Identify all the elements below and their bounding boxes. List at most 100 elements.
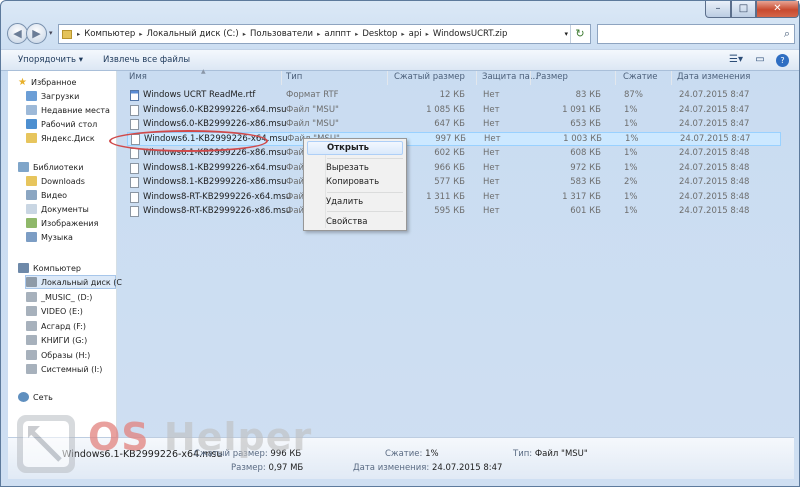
breadcrumb-users[interactable]: Пользователи xyxy=(248,29,315,39)
music-icon xyxy=(26,232,37,242)
column-date[interactable]: Дата изменения xyxy=(677,72,750,82)
system-drive-icon xyxy=(26,277,37,287)
breadcrumb-separator[interactable]: ▸ xyxy=(137,30,144,38)
nav-label: Изображения xyxy=(41,218,99,228)
msu-file-icon xyxy=(130,177,139,188)
file-size: 1 317 КБ xyxy=(562,192,601,202)
maximize-button[interactable]: □ xyxy=(731,1,756,18)
nav-item-yandex-disk[interactable]: Яндекс.Диск xyxy=(26,131,116,145)
column-divider[interactable] xyxy=(476,71,477,85)
nav-item-lib-downloads[interactable]: Downloads xyxy=(26,174,116,188)
close-button[interactable]: ✕ xyxy=(756,1,799,18)
file-row[interactable]: Windows6.0-KB2999226-x64.msu Файл "MSU" … xyxy=(127,104,781,118)
watermark-os: OS xyxy=(88,415,150,459)
breadcrumb-separator[interactable]: ▸ xyxy=(241,30,248,38)
minimize-button[interactable]: – xyxy=(705,1,731,18)
file-row[interactable]: Windows UCRT ReadMe.rtf Формат RTF 12 КБ… xyxy=(127,89,781,103)
file-protection: Нет xyxy=(483,105,500,115)
file-row[interactable]: Windows8-RT-KB2999226-x86.msu Файл "MSU"… xyxy=(127,205,781,219)
column-ratio[interactable]: Сжатие xyxy=(623,72,658,82)
nav-favorites[interactable]: ★ Избранное xyxy=(18,75,116,89)
drive-icon xyxy=(26,306,37,316)
file-row[interactable]: Windows6.0-KB2999226-x86.msu Файл "MSU" … xyxy=(127,118,781,132)
nav-label: Системный (I:) xyxy=(41,364,103,374)
details-label: Сжатие: xyxy=(385,449,423,459)
file-date: 24.07.2015 8:48 xyxy=(679,206,750,216)
nav-item-pictures[interactable]: Изображения xyxy=(26,216,116,230)
menu-item-copy[interactable]: Копировать xyxy=(307,175,403,189)
column-divider[interactable] xyxy=(387,71,388,85)
breadcrumb-api[interactable]: api xyxy=(407,29,424,39)
watermark-text: OS Helper xyxy=(88,415,312,459)
history-dropdown-icon[interactable]: ▾ xyxy=(49,29,53,37)
drive-icon xyxy=(26,335,37,345)
nav-network[interactable]: Сеть xyxy=(18,390,116,404)
nav-item-drive-c[interactable]: Локальный диск (C xyxy=(25,275,122,289)
file-compressed-size: 12 КБ xyxy=(439,90,465,100)
nav-item-recent[interactable]: Недавние места xyxy=(26,103,116,117)
sort-arrow-icon: ▲ xyxy=(201,68,206,75)
nav-item-video[interactable]: Видео xyxy=(26,188,116,202)
nav-item-music[interactable]: Музыка xyxy=(26,230,116,244)
breadcrumb-separator[interactable]: ▸ xyxy=(399,30,406,38)
breadcrumb-zip[interactable]: WindowsUCRT.zip xyxy=(431,29,510,39)
nav-computer[interactable]: Компьютер xyxy=(18,261,116,275)
menu-item-properties[interactable]: Свойства xyxy=(307,215,403,229)
menu-item-open[interactable]: Открыть xyxy=(307,141,403,155)
column-divider[interactable] xyxy=(615,71,616,85)
file-type: Файл "MSU" xyxy=(286,119,339,129)
details-date: Дата изменения: 24.07.2015 8:47 xyxy=(353,463,502,473)
file-row[interactable]: Windows8.1-KB2999226-x86.msu Файл "MSU" … xyxy=(127,176,781,190)
breadcrumb-user[interactable]: алппт xyxy=(322,29,353,39)
nav-item-downloads[interactable]: Загрузки xyxy=(26,89,116,103)
breadcrumb-drive-c[interactable]: Локальный диск (C:) xyxy=(144,29,240,39)
details-value: 24.07.2015 8:47 xyxy=(431,463,503,473)
file-size: 583 КБ xyxy=(570,177,601,187)
nav-item-drive-i[interactable]: Системный (I:) xyxy=(26,362,116,376)
breadcrumb-computer[interactable]: Компьютер xyxy=(82,29,137,39)
file-name: Windows8-RT-KB2999226-x86.msu xyxy=(143,206,292,216)
breadcrumb-separator[interactable]: ▸ xyxy=(353,30,360,38)
file-row[interactable]: Windows8-RT-KB2999226-x64.msu Файл "MSU"… xyxy=(127,191,781,205)
menu-item-delete[interactable]: Удалить xyxy=(307,195,403,209)
file-date: 24.07.2015 8:47 xyxy=(679,119,750,129)
back-button[interactable]: ◀ xyxy=(7,23,28,44)
menu-item-cut[interactable]: Вырезать xyxy=(307,161,403,175)
file-size: 1 091 КБ xyxy=(562,105,601,115)
search-input[interactable]: ⌕ xyxy=(597,24,795,44)
refresh-icon[interactable]: ↻ xyxy=(570,25,589,43)
column-divider[interactable] xyxy=(281,71,282,85)
nav-item-drive-d[interactable]: _MUSIC_ (D:) xyxy=(26,290,116,304)
network-icon xyxy=(18,392,29,402)
breadcrumb-separator[interactable]: ▸ xyxy=(424,30,431,38)
nav-item-documents[interactable]: Документы xyxy=(26,202,116,216)
column-type[interactable]: Тип xyxy=(286,72,302,82)
nav-item-drive-f[interactable]: Асгард (F:) xyxy=(26,319,116,333)
nav-item-drive-g[interactable]: КНИГИ (G:) xyxy=(26,333,116,347)
preview-pane-icon[interactable]: ▭ xyxy=(752,53,768,67)
file-row[interactable]: Windows8.1-KB2999226-x64.msu Файл "MSU" … xyxy=(127,162,781,176)
computer-icon xyxy=(18,263,29,273)
extract-all-button[interactable]: Извлечь все файлы xyxy=(103,55,190,65)
details-label: Дата изменения: xyxy=(353,463,430,473)
view-options-icon[interactable]: ☰▾ xyxy=(728,53,744,67)
column-divider[interactable] xyxy=(671,71,672,85)
breadcrumb-separator[interactable]: ▸ xyxy=(315,30,322,38)
nav-item-drive-h[interactable]: Образы (H:) xyxy=(26,348,116,362)
breadcrumb-desktop[interactable]: Desktop xyxy=(360,29,399,39)
forward-button[interactable]: ▶ xyxy=(26,23,47,44)
help-icon[interactable]: ? xyxy=(776,53,789,67)
file-ratio: 1% xyxy=(624,105,638,115)
organize-button[interactable]: Упорядочить ▾ xyxy=(18,55,83,65)
column-size[interactable]: Размер xyxy=(536,72,568,82)
file-date: 24.07.2015 8:48 xyxy=(679,163,750,173)
column-compressed-size[interactable]: Сжатый размер xyxy=(394,72,465,82)
msu-file-icon xyxy=(130,163,139,174)
address-bar[interactable]: ▸ Компьютер ▸ Локальный диск (C:) ▸ Поль… xyxy=(58,24,591,44)
column-divider[interactable] xyxy=(530,71,531,85)
nav-libraries[interactable]: Библиотеки xyxy=(18,160,116,174)
nav-item-drive-e[interactable]: VIDEO (E:) xyxy=(26,304,116,318)
nav-item-desktop[interactable]: Рабочий стол xyxy=(26,117,116,131)
address-dropdown-icon[interactable]: ▾ xyxy=(564,30,568,38)
column-name[interactable]: Имя xyxy=(129,72,147,82)
